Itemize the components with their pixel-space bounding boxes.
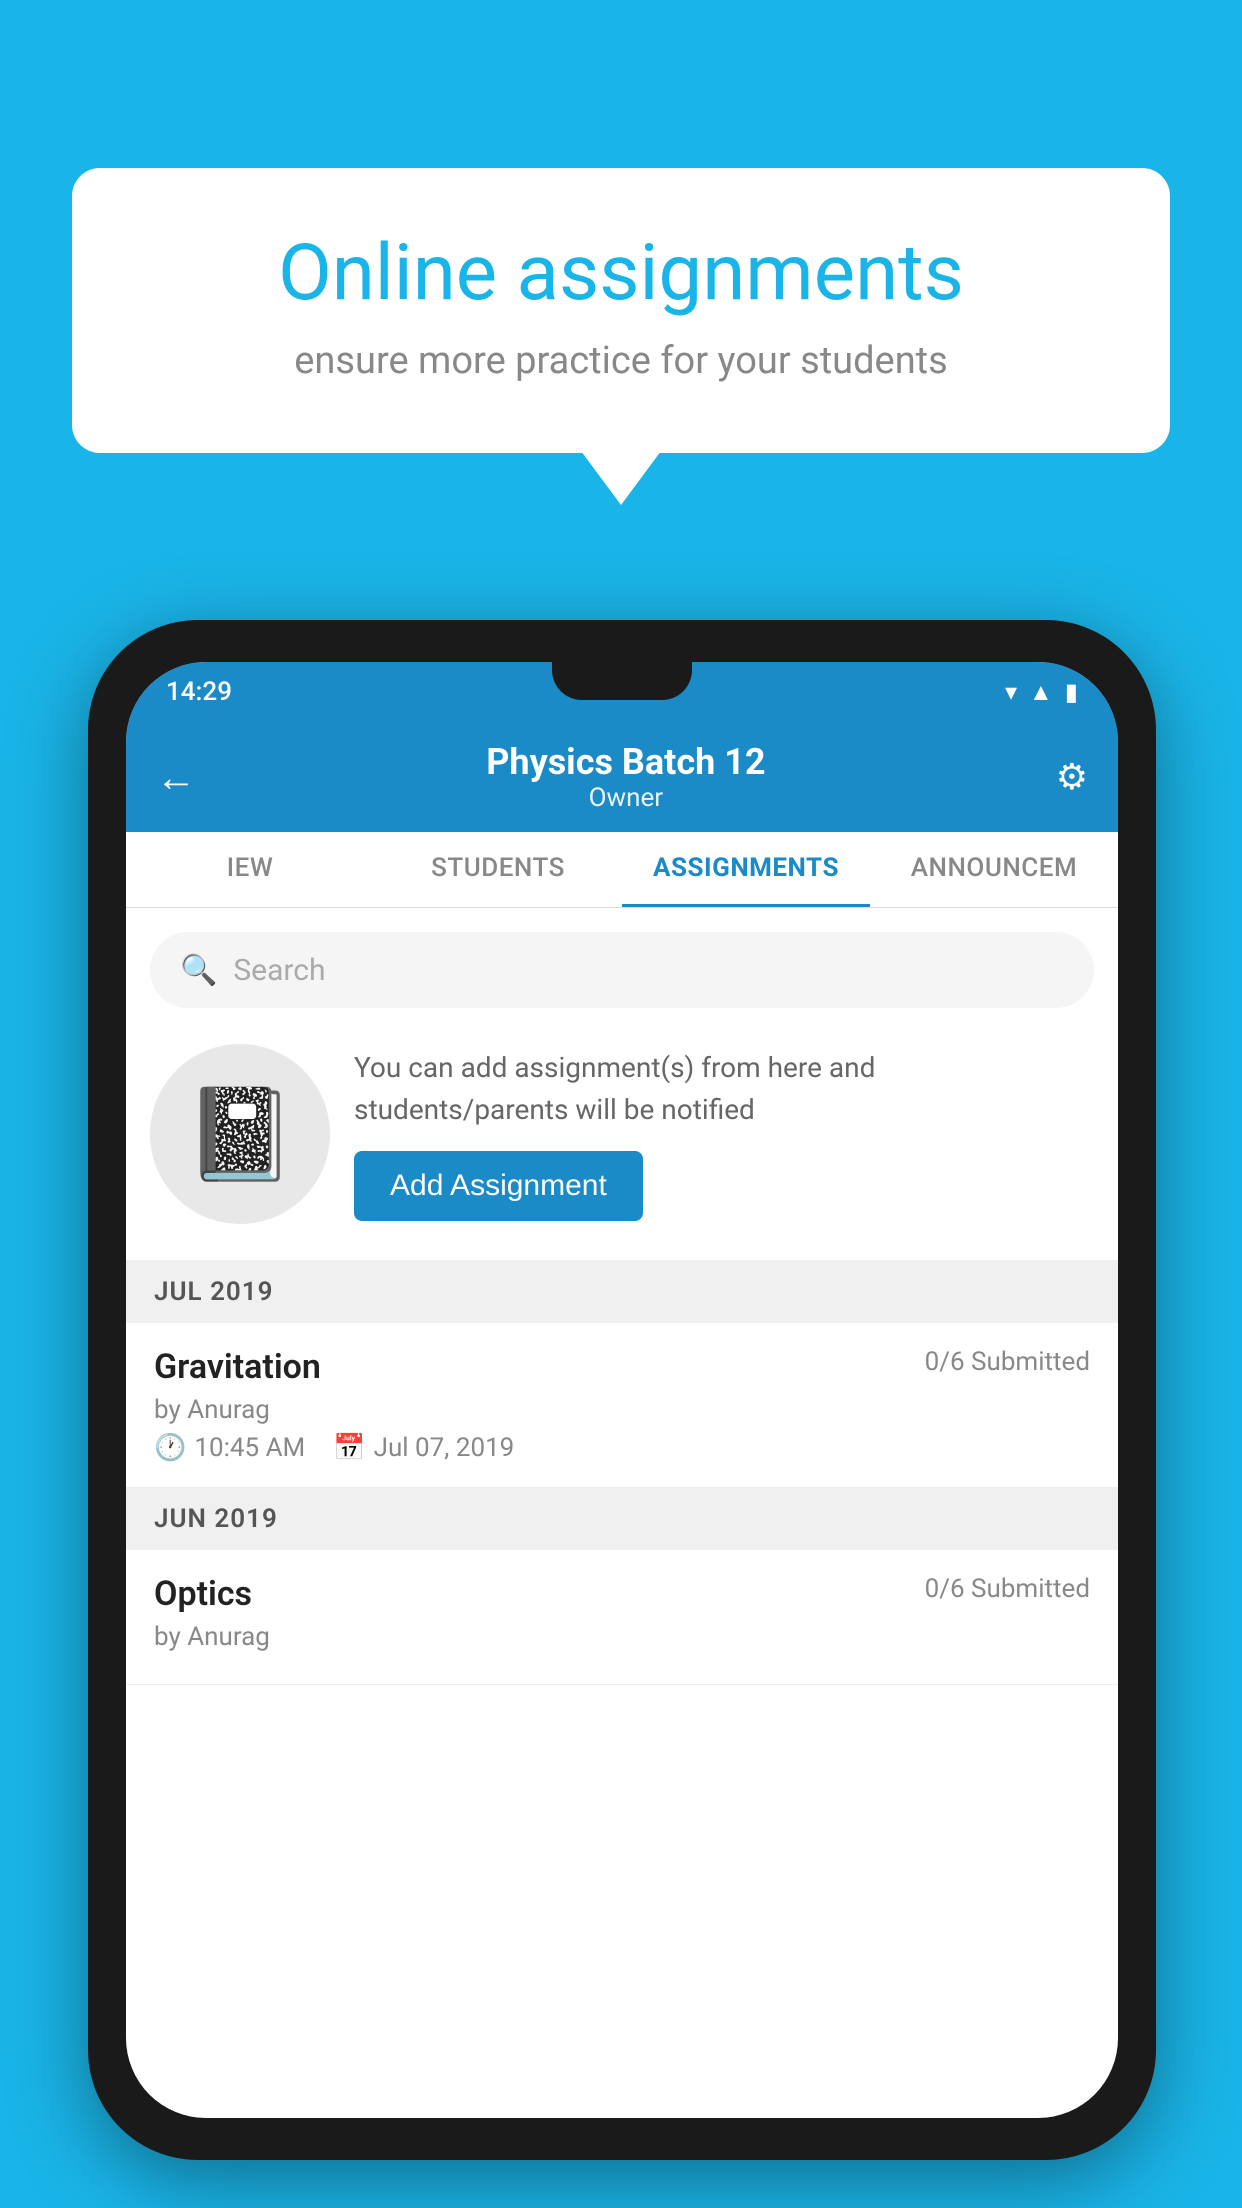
app-bar-center: Physics Batch 12 Owner (486, 741, 765, 813)
phone-screen: 14:29 ▾ ▲ ▮ ← Physics Batch 12 Owner ⚙ I… (126, 662, 1118, 2118)
signal-icon: ▲ (1029, 678, 1053, 707)
assignment-name: Optics (154, 1574, 252, 1614)
assignment-row-top: Gravitation 0/6 Submitted (154, 1347, 1090, 1387)
meta-date: 📅 Jul 07, 2019 (333, 1433, 514, 1463)
assignment-meta: 🕐 10:45 AM 📅 Jul 07, 2019 (154, 1433, 1090, 1463)
notebook-icon: 📓 (184, 1082, 296, 1187)
info-card-text: You can add assignment(s) from here and … (354, 1047, 1094, 1131)
status-icons: ▾ ▲ ▮ (1005, 678, 1078, 707)
search-bar[interactable]: 🔍 Search (150, 932, 1094, 1008)
date-value: Jul 07, 2019 (374, 1433, 515, 1463)
info-card: 📓 You can add assignment(s) from here an… (126, 1008, 1118, 1261)
clock-icon: 🕐 (154, 1433, 186, 1463)
assignment-submitted: 0/6 Submitted (925, 1347, 1090, 1377)
phone-notch (552, 662, 692, 700)
tab-announcements[interactable]: ANNOUNCEM (870, 832, 1118, 907)
assignment-by: by Anurag (154, 1395, 1090, 1425)
speech-bubble-subtitle: ensure more practice for your students (152, 339, 1090, 383)
battery-icon: ▮ (1065, 678, 1078, 706)
time-value: 10:45 AM (194, 1433, 305, 1463)
assignment-name: Gravitation (154, 1347, 321, 1387)
tab-iew[interactable]: IEW (126, 832, 374, 907)
section-header-jul: JUL 2019 (126, 1261, 1118, 1323)
search-placeholder: Search (233, 953, 325, 988)
tab-students[interactable]: STUDENTS (374, 832, 622, 907)
meta-time: 🕐 10:45 AM (154, 1433, 305, 1463)
notebook-circle: 📓 (150, 1044, 330, 1224)
list-item[interactable]: Optics 0/6 Submitted by Anurag (126, 1550, 1118, 1685)
app-bar-title: Physics Batch 12 (486, 741, 765, 783)
add-assignment-button[interactable]: Add Assignment (354, 1151, 643, 1221)
section-header-jun: JUN 2019 (126, 1488, 1118, 1550)
phone-container: 14:29 ▾ ▲ ▮ ← Physics Batch 12 Owner ⚙ I… (88, 620, 1156, 2160)
app-bar: ← Physics Batch 12 Owner ⚙ (126, 722, 1118, 832)
search-icon: 🔍 (180, 953, 217, 988)
list-item[interactable]: Gravitation 0/6 Submitted by Anurag 🕐 10… (126, 1323, 1118, 1488)
info-card-right: You can add assignment(s) from here and … (354, 1047, 1094, 1221)
assignment-by: by Anurag (154, 1622, 1090, 1652)
assignment-row-top: Optics 0/6 Submitted (154, 1574, 1090, 1614)
back-button[interactable]: ← (156, 754, 196, 801)
speech-bubble-title: Online assignments (152, 228, 1090, 319)
screen-content: 🔍 Search 📓 You can add assignment(s) fro… (126, 908, 1118, 1685)
wifi-icon: ▾ (1005, 678, 1017, 706)
tabs-bar: IEW STUDENTS ASSIGNMENTS ANNOUNCEM (126, 832, 1118, 908)
status-time: 14:29 (166, 677, 232, 707)
tab-assignments[interactable]: ASSIGNMENTS (622, 832, 870, 907)
settings-icon[interactable]: ⚙ (1056, 756, 1088, 798)
assignment-submitted: 0/6 Submitted (925, 1574, 1090, 1604)
speech-bubble: Online assignments ensure more practice … (72, 168, 1170, 453)
app-bar-subtitle: Owner (486, 783, 765, 813)
calendar-icon: 📅 (333, 1433, 365, 1463)
